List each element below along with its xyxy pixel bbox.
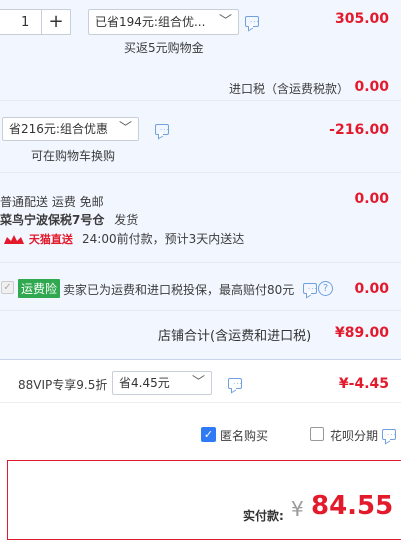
shop-discount-select-label: 省216元:组合优惠 [9,122,108,136]
warehouse-name: 菜鸟宁波保税7号仓 [0,213,105,227]
chevron-down-icon: ﹀ [118,121,132,136]
shipping-eta: 24:00前付款，预计3天内送达 [82,232,245,246]
chat-icon[interactable]: ··· [228,378,242,389]
chat-icon[interactable]: ··· [155,124,169,135]
payment-label: 实付款: [243,509,284,523]
rebate-text: 买返5元购物金 [124,41,204,55]
insurance-value: 0.00 [354,281,389,297]
shipping-value: 0.00 [354,191,389,207]
bundle-price: 305.00 [334,11,389,27]
help-icon-glyph: ? [322,283,329,294]
huabei-label: 花呗分期 [330,429,379,443]
warehouse-ship-note: 发货 [114,213,139,227]
import-tax-value: 0.00 [354,79,389,95]
vip-label: 88VIP专享9.5折 [18,378,108,392]
import-tax-label: 进口税（含运费税款） [229,82,350,96]
vip-value: ¥-4.45 [338,376,389,392]
quantity-input[interactable]: 1 [0,9,42,35]
tmall-direct-badge: 天猫直送 [3,231,73,247]
bundle-promo-select-label: 已省194元:组合优... [95,15,206,29]
shipping-warehouse: 菜鸟宁波保税7号仓 发货 [0,211,138,228]
shop-discount-note: 可在购物车换购 [31,149,116,163]
bundle-promo-select[interactable]: 已省194元:组合优... ﹀ [88,9,239,35]
anonymous-label: 匿名购买 [220,429,269,443]
insurance-badge: 运费险 [18,279,61,298]
chevron-down-icon: ﹀ [191,375,205,390]
divider [0,402,401,403]
anonymous-checkbox[interactable]: ✓ [201,427,216,442]
tmall-icon [4,235,24,244]
insurance-checkbox[interactable]: ✓ [1,281,14,294]
quantity-plus-button[interactable]: + [41,9,71,35]
chevron-down-icon: ﹀ [218,14,232,29]
payment-amount: 84.55 [311,491,394,521]
vip-select[interactable]: 省4.45元 ﹀ [112,371,212,395]
help-icon[interactable]: ? [318,281,333,296]
huabei-checkbox[interactable] [310,427,324,441]
store-total-label: 店铺合计(含运费和进口税) [158,329,312,344]
vip-select-label: 省4.45元 [119,376,170,390]
chat-icon[interactable]: ··· [303,283,317,294]
shop-discount-select[interactable]: 省216元:组合优惠 ﹀ [2,117,139,141]
chat-icon[interactable]: ··· [245,16,259,27]
plus-icon: + [48,11,64,32]
quantity-value: 1 [21,15,30,30]
store-total-value: ¥89.00 [334,325,389,341]
insurance-desc: 卖家已为运费和进口税投保，最高赔付80元 [63,283,295,297]
shop-discount-value: -216.00 [329,122,389,138]
chat-icon[interactable]: ··· [382,429,396,440]
shipping-method: 普通配送 运费 免邮 [0,195,104,209]
payment-currency: ¥ [291,497,304,521]
tmall-badge-label: 天猫直送 [28,233,73,246]
